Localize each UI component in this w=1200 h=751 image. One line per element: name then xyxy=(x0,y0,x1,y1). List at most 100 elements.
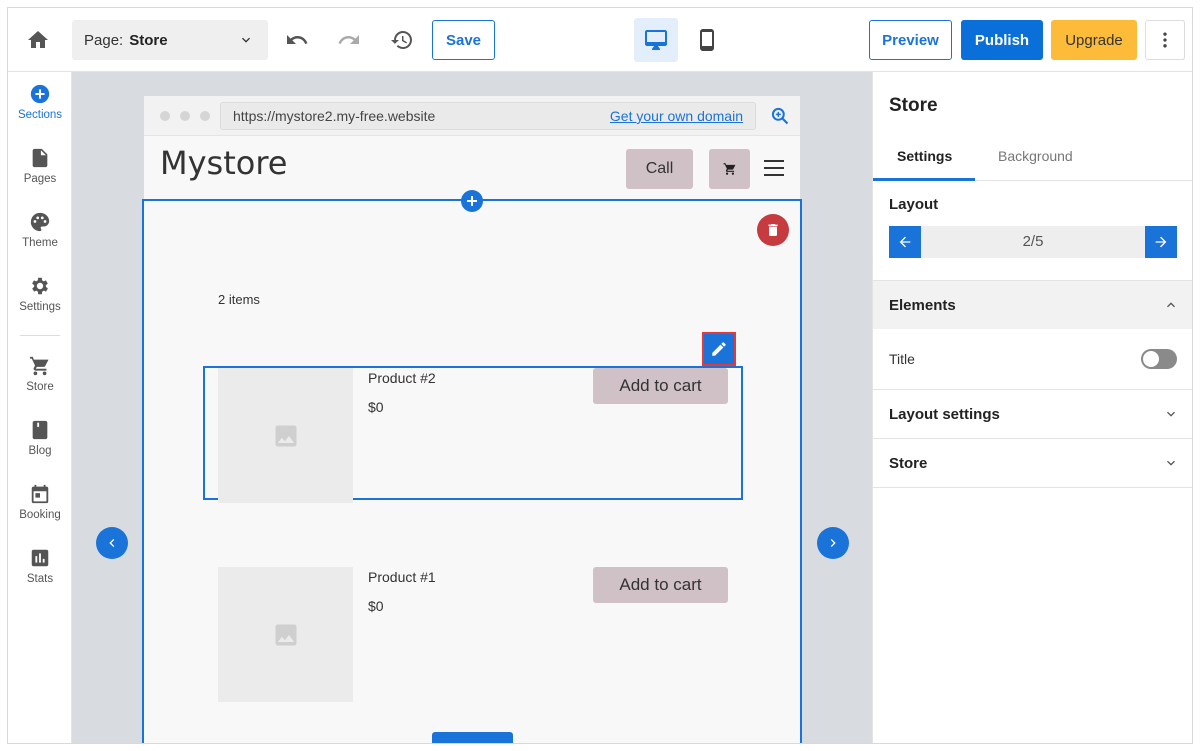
chevron-down-icon xyxy=(1163,455,1179,475)
prev-section-button[interactable] xyxy=(96,527,128,559)
panel-title: Store xyxy=(889,95,938,116)
site-cart-button[interactable] xyxy=(709,149,750,189)
palette-icon xyxy=(30,212,50,232)
product-name: Product #1 xyxy=(368,569,436,585)
upgrade-button[interactable]: Upgrade xyxy=(1051,20,1137,60)
url-bar: https://mystore2.my-free.website Get you… xyxy=(220,102,756,130)
page-selector-label: Page: xyxy=(84,31,124,49)
sidebar-item-label: Booking xyxy=(19,509,61,521)
product-image[interactable] xyxy=(218,567,353,702)
product-card[interactable]: Product #2 $0 Add to cart xyxy=(218,368,728,504)
call-button[interactable]: Call xyxy=(626,149,693,189)
trash-icon xyxy=(768,224,778,236)
window-dot xyxy=(180,111,190,121)
publish-button[interactable]: Publish xyxy=(961,20,1043,60)
sidebar-item-store[interactable]: Store xyxy=(8,355,72,411)
layout-counter: 2/5 xyxy=(1022,233,1044,250)
plus-icon xyxy=(467,196,477,206)
site-logo[interactable]: Mystore xyxy=(160,144,287,182)
chart-icon xyxy=(31,549,49,567)
url-text: https://mystore2.my-free.website xyxy=(233,108,436,124)
elements-accordion: Elements Title xyxy=(873,280,1192,389)
get-domain-link[interactable]: Get your own domain xyxy=(610,108,743,124)
sidebar-item-stats[interactable]: Stats xyxy=(8,547,72,603)
arrow-right-icon xyxy=(1155,236,1167,248)
save-button[interactable]: Save xyxy=(432,20,495,60)
chevron-left-icon xyxy=(109,539,115,547)
product-image[interactable] xyxy=(218,368,353,503)
book-icon xyxy=(32,420,48,440)
desktop-view-button[interactable] xyxy=(634,18,678,62)
delete-section-button[interactable] xyxy=(757,214,789,246)
desktop-icon xyxy=(645,30,667,50)
undo-icon[interactable] xyxy=(285,28,309,52)
title-toggle-row: Title xyxy=(873,329,1192,389)
calendar-icon xyxy=(31,484,49,504)
home-icon[interactable] xyxy=(26,28,50,52)
pencil-icon xyxy=(712,342,726,356)
tab-settings[interactable]: Settings xyxy=(897,148,952,164)
sidebar-item-label: Store xyxy=(26,381,54,393)
top-toolbar: Page: Store Save Preview Publish Upgrade xyxy=(8,8,1192,72)
gear-icon xyxy=(32,277,48,295)
window-dot xyxy=(160,111,170,121)
sidebar-item-sections[interactable]: Sections xyxy=(8,83,72,139)
mobile-view-button[interactable] xyxy=(685,18,729,62)
chevron-down-icon xyxy=(238,32,254,52)
sidebar-item-label: Stats xyxy=(26,573,54,585)
layout-settings-header[interactable]: Layout settings xyxy=(873,390,1192,438)
sidebar-item-label: Pages xyxy=(23,173,57,185)
sidebar-item-label: Theme xyxy=(22,237,58,249)
sidebar-item-label: Blog xyxy=(28,445,52,457)
title-toggle[interactable] xyxy=(1141,349,1177,369)
plus-circle-icon xyxy=(30,84,50,104)
tab-background[interactable]: Background xyxy=(998,148,1073,164)
product-card[interactable]: Product #1 $0 Add to cart xyxy=(218,567,728,703)
cart-icon xyxy=(29,356,49,376)
layout-prev-button[interactable] xyxy=(889,226,921,258)
elements-header[interactable]: Elements xyxy=(873,281,1192,329)
add-to-cart-button[interactable]: Add to cart xyxy=(593,567,728,603)
left-sidebar: Sections Pages Theme Settings Store Blog… xyxy=(8,72,72,743)
hamburger-menu-icon[interactable] xyxy=(764,160,784,176)
add-section-button[interactable] xyxy=(461,190,483,212)
more-options-button[interactable] xyxy=(1145,20,1185,60)
chevron-down-icon xyxy=(1163,406,1179,426)
page-selector[interactable]: Page: Store xyxy=(72,20,268,60)
sidebar-divider xyxy=(20,335,60,336)
product-price: $0 xyxy=(368,598,384,614)
sidebar-item-pages[interactable]: Pages xyxy=(8,147,72,203)
next-section-button[interactable] xyxy=(817,527,849,559)
chevron-right-icon xyxy=(830,539,836,547)
preview-button[interactable]: Preview xyxy=(869,20,952,60)
layout-stepper: 2/5 xyxy=(889,226,1177,258)
site-preview: https://mystore2.my-free.website Get you… xyxy=(142,96,802,743)
toggle-knob xyxy=(1143,351,1159,367)
layout-settings-label: Layout settings xyxy=(889,405,1000,423)
editor-window: Page: Store Save Preview Publish Upgrade xyxy=(7,7,1193,744)
sidebar-item-label: Settings xyxy=(19,301,61,313)
sidebar-item-blog[interactable]: Blog xyxy=(8,419,72,475)
layout-next-button[interactable] xyxy=(1145,226,1177,258)
sidebar-item-booking[interactable]: Booking xyxy=(8,483,72,539)
chevron-up-icon xyxy=(1163,297,1179,317)
browser-bar: https://mystore2.my-free.website Get you… xyxy=(144,96,800,136)
layout-label: Layout xyxy=(889,196,939,213)
more-vert-icon xyxy=(1163,32,1167,48)
sidebar-item-theme[interactable]: Theme xyxy=(8,211,72,267)
edit-product-button[interactable] xyxy=(702,332,736,366)
store-accordion: Store xyxy=(873,438,1192,488)
active-tab-indicator xyxy=(873,178,975,181)
window-dot xyxy=(200,111,210,121)
store-label: Store xyxy=(889,454,928,472)
mobile-icon xyxy=(700,29,714,51)
store-header[interactable]: Store xyxy=(873,439,1192,487)
redo-icon[interactable] xyxy=(337,28,361,52)
product-price: $0 xyxy=(368,399,384,415)
load-more-button[interactable] xyxy=(432,732,513,743)
zoom-icon[interactable] xyxy=(770,106,790,131)
sidebar-item-settings[interactable]: Settings xyxy=(8,275,72,331)
add-to-cart-button[interactable]: Add to cart xyxy=(593,368,728,404)
settings-panel: Store Settings Background Layout 2/5 Ele… xyxy=(872,72,1192,743)
history-icon[interactable] xyxy=(390,28,414,52)
